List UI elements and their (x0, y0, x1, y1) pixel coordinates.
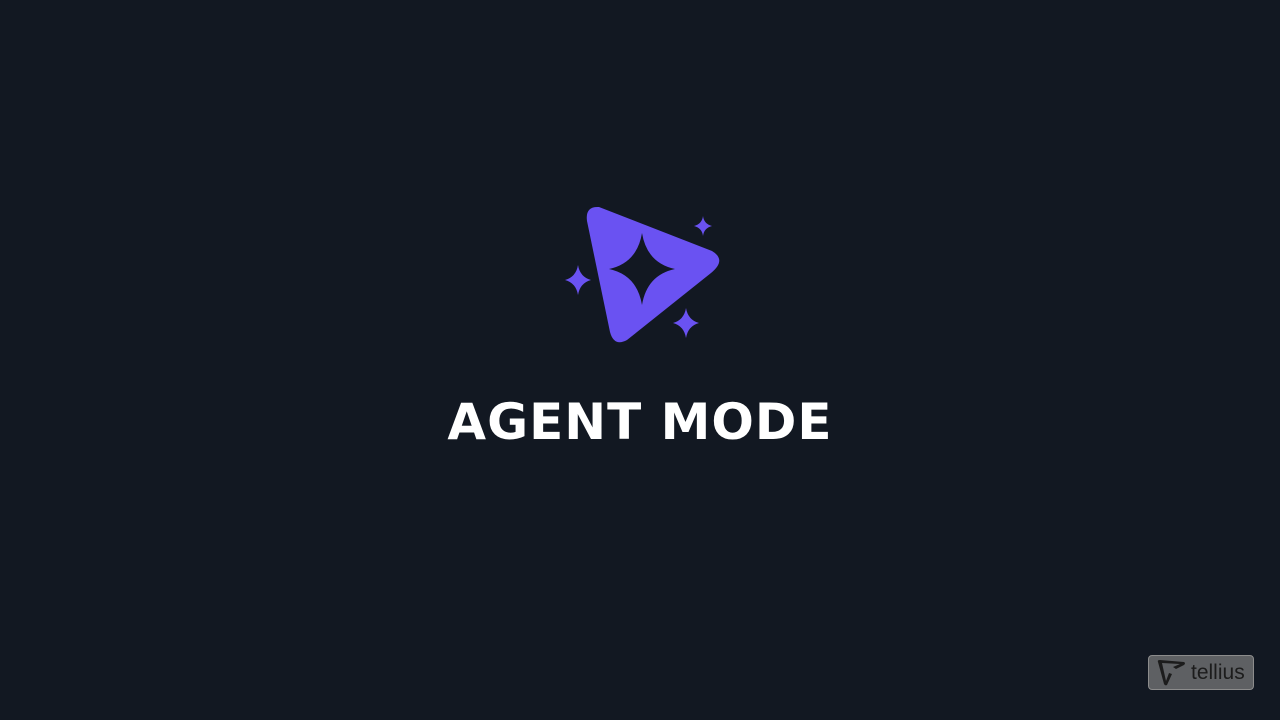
sparkle-top-right-shape (694, 216, 712, 236)
brand-watermark: tellius (1148, 655, 1254, 690)
agent-mode-splash: AGENT MODE (0, 0, 1280, 720)
sparkle-bottom-right-shape (673, 308, 699, 338)
sparkle-left-shape (565, 265, 591, 295)
page-title: AGENT MODE (447, 393, 833, 451)
play-sparkle-icon (565, 206, 720, 343)
tellius-logo-icon (1157, 660, 1185, 686)
watermark-brand-text: tellius (1191, 661, 1245, 684)
